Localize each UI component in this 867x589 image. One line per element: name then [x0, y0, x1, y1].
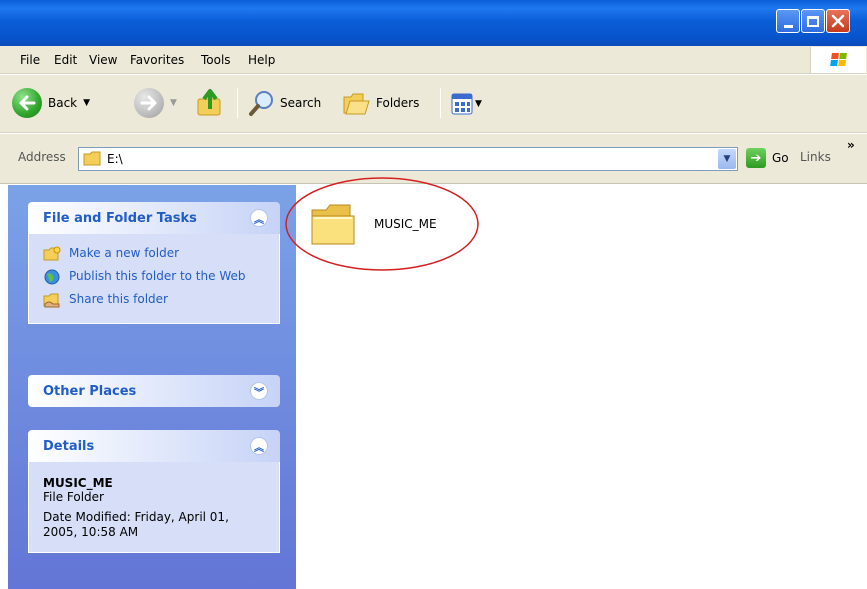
search-icon — [249, 91, 273, 116]
address-label: Address — [18, 150, 66, 164]
toolbar-separator — [440, 88, 441, 118]
task-pane: File and Folder Tasks ︽ Make a new folde… — [8, 185, 296, 589]
web-publish-icon — [44, 269, 60, 285]
folders-icon — [343, 93, 370, 115]
file-folder-tasks-body: Make a new folder Publish this folder to… — [28, 234, 280, 324]
panel-title: Details — [43, 438, 95, 454]
toolbar: Back ▼ ▼ Search Folders ▼ — [0, 75, 867, 133]
address-dropdown-icon[interactable]: ▼ — [718, 149, 736, 169]
task-link-label: Share this folder — [69, 292, 168, 306]
publish-folder-link[interactable]: Publish this folder to the Web — [43, 269, 279, 285]
chevron-up-icon[interactable]: ︽ — [250, 209, 268, 227]
close-button[interactable] — [826, 9, 850, 33]
views-button[interactable]: ▼ — [451, 93, 482, 115]
chevron-up-icon[interactable]: ︽ — [250, 437, 268, 455]
task-link-label: Publish this folder to the Web — [69, 269, 246, 283]
menu-file[interactable]: File — [20, 53, 40, 67]
links-label[interactable]: Links — [800, 150, 831, 164]
drive-folder-icon — [83, 151, 101, 166]
go-arrow-icon: ➔ — [746, 148, 766, 168]
details-item-name: MUSIC_ME — [43, 476, 113, 490]
annotation-ellipse — [285, 177, 479, 271]
details-date-modified: Date Modified: Friday, April 01, 2005, 1… — [43, 510, 229, 539]
windows-logo — [810, 47, 866, 73]
menu-tools[interactable]: Tools — [201, 53, 231, 67]
make-new-folder-link[interactable]: Make a new folder — [43, 246, 279, 262]
address-field[interactable]: E:\ ▼ — [78, 147, 738, 171]
windows-flag-icon — [830, 53, 848, 67]
details-item-type: File Folder — [43, 490, 104, 504]
close-icon — [831, 14, 845, 28]
other-places-panel: Other Places ︾ — [28, 375, 280, 407]
forward-dropdown-icon[interactable]: ▼ — [170, 98, 177, 108]
chevron-down-icon[interactable]: ︾ — [250, 382, 268, 400]
minimize-button[interactable] — [776, 9, 800, 33]
back-arrow-icon — [12, 88, 42, 118]
folders-label: Folders — [376, 96, 420, 110]
menu-favorites[interactable]: Favorites — [130, 53, 184, 67]
menu-edit[interactable]: Edit — [54, 53, 77, 67]
search-button[interactable]: Search — [248, 89, 321, 117]
forward-button[interactable]: ▼ — [134, 88, 177, 118]
address-value: E:\ — [107, 152, 123, 166]
back-dropdown-icon[interactable]: ▼ — [83, 98, 90, 108]
up-folder-button[interactable] — [196, 87, 224, 117]
title-bar — [0, 0, 867, 46]
views-icon — [451, 93, 473, 115]
details-body: MUSIC_ME File Folder Date Modified: Frid… — [28, 462, 280, 553]
file-folder-tasks-header[interactable]: File and Folder Tasks ︽ — [28, 202, 280, 234]
panel-title: File and Folder Tasks — [43, 210, 197, 226]
new-folder-icon — [43, 246, 61, 261]
toolbar-separator — [237, 88, 238, 118]
views-dropdown-icon[interactable]: ▼ — [475, 99, 482, 109]
maximize-icon — [807, 15, 819, 27]
menu-help[interactable]: Help — [248, 53, 275, 67]
back-label: Back — [48, 96, 78, 110]
up-folder-icon — [197, 89, 221, 116]
go-label: Go — [772, 151, 789, 165]
share-folder-icon — [43, 293, 60, 308]
details-header[interactable]: Details ︽ — [28, 430, 280, 462]
go-button[interactable]: ➔ Go — [746, 148, 789, 168]
menu-view[interactable]: View — [89, 53, 117, 67]
chevron-right-icon[interactable]: » — [847, 138, 855, 152]
back-button[interactable]: Back ▼ — [12, 88, 90, 118]
share-folder-link[interactable]: Share this folder — [43, 292, 279, 308]
maximize-button[interactable] — [801, 9, 825, 33]
forward-arrow-icon — [134, 88, 164, 118]
folders-button[interactable]: Folders — [341, 89, 419, 117]
other-places-header[interactable]: Other Places ︾ — [28, 375, 280, 407]
menu-bar: File Edit View Favorites Tools Help — [0, 46, 867, 74]
details-panel: Details ︽ MUSIC_ME File Folder Date Modi… — [28, 430, 280, 553]
search-label: Search — [280, 96, 322, 110]
minimize-icon — [783, 24, 793, 28]
panel-title: Other Places — [43, 383, 137, 399]
task-link-label: Make a new folder — [69, 246, 180, 260]
file-folder-tasks-panel: File and Folder Tasks ︽ Make a new folde… — [28, 202, 280, 324]
